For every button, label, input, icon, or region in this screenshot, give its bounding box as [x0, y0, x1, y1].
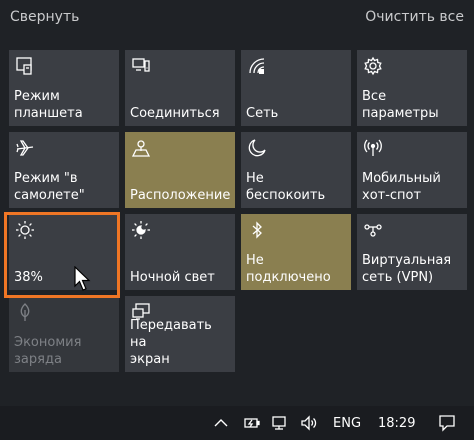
tile-vpn[interactable]: Виртуальная сеть (VPN): [357, 214, 467, 290]
tile-label: Сеть: [246, 106, 279, 121]
tile-mobile-hotspot[interactable]: Мобильный хот-спот: [357, 132, 467, 208]
notification-icon[interactable]: [438, 414, 456, 432]
tile-label: Режим планшета: [14, 89, 83, 121]
tile-label: Соединиться: [130, 106, 220, 121]
night-light-icon: [131, 220, 151, 240]
location-icon: [131, 138, 151, 158]
battery-saver-icon: [15, 302, 35, 322]
airplane-icon: [15, 138, 35, 158]
tile-label: Не беспокоить: [246, 171, 326, 203]
network-icon[interactable]: [271, 414, 289, 432]
taskbar: ENG 18:29: [0, 406, 474, 440]
tablet-mode-icon: [15, 56, 35, 76]
tile-battery-saver[interactable]: Экономия заряда: [9, 296, 119, 372]
tile-label: Ночной свет: [130, 270, 215, 285]
clock[interactable]: 18:29: [378, 414, 415, 432]
gear-icon: [363, 56, 383, 76]
tile-location[interactable]: Расположение: [125, 132, 235, 208]
tile-label: Все параметры: [362, 89, 439, 121]
tile-label: Передавать на экран: [130, 318, 212, 367]
moon-icon: [247, 138, 267, 158]
mouse-cursor-icon: [74, 266, 91, 291]
tile-tablet-mode[interactable]: Режим планшета: [9, 50, 119, 126]
connect-icon: [131, 56, 151, 76]
tile-label: Виртуальная сеть (VPN): [362, 253, 452, 285]
tile-label: Не подключено: [246, 253, 331, 285]
chevron-up-icon[interactable]: [212, 414, 230, 432]
network-icon: [247, 56, 267, 76]
volume-icon[interactable]: [300, 414, 318, 432]
brightness-icon: [15, 220, 35, 240]
tile-brightness[interactable]: 38%: [9, 214, 119, 290]
tile-label: Мобильный хот-спот: [362, 171, 441, 203]
tile-label: Режим "в самолете": [14, 171, 85, 203]
tile-airplane-mode[interactable]: Режим "в самолете": [9, 132, 119, 208]
tile-label: Расположение: [130, 188, 231, 203]
clear-all-link[interactable]: Очистить все: [365, 9, 464, 25]
hotspot-icon: [363, 138, 383, 158]
tile-connect[interactable]: Соединиться: [125, 50, 235, 126]
collapse-link[interactable]: Свернуть: [10, 9, 79, 25]
tile-bluetooth[interactable]: Не подключено: [241, 214, 351, 290]
action-center-header: Свернуть Очистить все: [0, 0, 474, 40]
bluetooth-icon: [247, 220, 267, 240]
tile-network[interactable]: Сеть: [241, 50, 351, 126]
vpn-icon: [363, 220, 383, 240]
battery-icon[interactable]: [243, 414, 261, 432]
tile-project[interactable]: Передавать на экран: [125, 296, 235, 372]
tile-do-not-disturb[interactable]: Не беспокоить: [241, 132, 351, 208]
brightness-value: 38%: [14, 270, 43, 285]
tile-all-settings[interactable]: Все параметры: [357, 50, 467, 126]
tile-label: Экономия заряда: [14, 335, 82, 367]
quick-actions-grid: Режим планшета Соединиться Сеть Все пара…: [9, 50, 467, 372]
language-indicator[interactable]: ENG: [333, 414, 361, 432]
tile-night-light[interactable]: Ночной свет: [125, 214, 235, 290]
